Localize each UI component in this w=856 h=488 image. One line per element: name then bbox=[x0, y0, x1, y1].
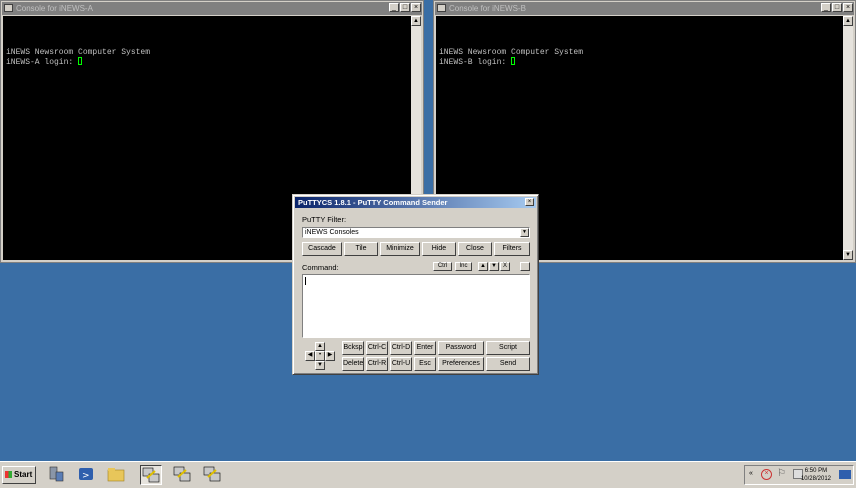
arrow-center-icon[interactable]: • bbox=[315, 351, 325, 361]
minimize-button[interactable]: _ bbox=[389, 3, 399, 12]
text-caret bbox=[305, 277, 306, 285]
arrow-right-icon[interactable]: ▶ bbox=[325, 351, 335, 361]
terminal-cursor bbox=[78, 57, 83, 65]
minimize-button[interactable]: Minimize bbox=[380, 242, 420, 256]
clock-time: 6:50 PM bbox=[804, 468, 828, 474]
scroll-up-arrow-icon[interactable]: ▲ bbox=[843, 16, 853, 26]
terminal-line: iNEWS Newsroom Computer System bbox=[6, 48, 151, 57]
putty-icon bbox=[4, 4, 13, 12]
clock[interactable]: 6:50 PM 10/28/2012 bbox=[801, 467, 831, 483]
console-a-window-controls: _ □ × bbox=[389, 3, 421, 12]
delete-button[interactable]: Delete bbox=[342, 357, 364, 371]
svg-text:>: > bbox=[82, 471, 90, 481]
filter-label: PuTTY Filter: bbox=[302, 215, 347, 224]
dialog-title: PuTTYCS 1.8.1 - PuTTY Command Sender bbox=[298, 198, 448, 207]
start-label: Start bbox=[14, 470, 33, 479]
system-tray: « × ⚐ 6:50 PM 10/28/2012 bbox=[744, 465, 854, 485]
chevron-down-icon[interactable]: ▼ bbox=[520, 228, 529, 237]
preferences-button[interactable]: Preferences bbox=[438, 357, 484, 371]
console-b-titlebar[interactable]: Console for iNEWS-B bbox=[435, 2, 854, 15]
history-up-button[interactable]: ▲ bbox=[478, 262, 488, 271]
taskbar: Start > « × ⚐ 6:50 PM 10/28/2012 bbox=[0, 461, 856, 488]
script-button[interactable]: Script bbox=[486, 341, 530, 355]
arrow-left-icon[interactable]: ◀ bbox=[305, 351, 315, 361]
command-label: Command: bbox=[302, 263, 339, 272]
ctrl-u-button[interactable]: Ctrl-U bbox=[390, 357, 412, 371]
arrow-up-icon[interactable]: ▲ bbox=[315, 342, 325, 351]
ctrl-r-button[interactable]: Ctrl-R bbox=[366, 357, 388, 371]
send-button[interactable]: Send bbox=[486, 357, 530, 371]
clock-date: 10/28/2012 bbox=[800, 476, 831, 482]
dialog-titlebar[interactable]: PuTTYCS 1.8.1 - PuTTY Command Sender × bbox=[295, 197, 536, 208]
options-checkbox[interactable] bbox=[520, 262, 530, 271]
powershell-icon[interactable]: > bbox=[76, 465, 98, 485]
inc-button[interactable]: Inc bbox=[455, 262, 472, 271]
close-windows-button[interactable]: Close bbox=[458, 242, 492, 256]
history-down-button[interactable]: ▼ bbox=[489, 262, 499, 271]
putty-icon bbox=[437, 4, 446, 12]
scroll-up-arrow-icon[interactable]: ▲ bbox=[411, 16, 421, 26]
password-button[interactable]: Password bbox=[438, 341, 484, 355]
terminal-line: iNEWS Newsroom Computer System bbox=[439, 48, 584, 57]
console-a-titlebar[interactable]: Console for iNEWS-A bbox=[2, 2, 422, 15]
command-input[interactable] bbox=[302, 274, 530, 338]
minimize-button[interactable]: _ bbox=[821, 3, 831, 12]
ctrl-c-button[interactable]: Ctrl-C bbox=[366, 341, 388, 355]
close-button[interactable]: × bbox=[843, 3, 853, 12]
filter-dropdown[interactable]: iNEWS Consoles ▼ bbox=[302, 227, 530, 238]
putty-icon[interactable] bbox=[202, 465, 224, 485]
putty-icon[interactable] bbox=[172, 465, 194, 485]
security-alert-icon[interactable]: × bbox=[761, 469, 772, 480]
vertical-scrollbar[interactable]: ▲ ▼ bbox=[843, 16, 853, 260]
ctrl-d-button[interactable]: Ctrl-D bbox=[390, 341, 412, 355]
putty-icon[interactable] bbox=[140, 465, 162, 485]
console-a-title: Console for iNEWS-A bbox=[16, 4, 93, 13]
terminal-cursor bbox=[511, 57, 516, 65]
clear-history-button[interactable]: X bbox=[500, 262, 510, 271]
bcksp-button[interactable]: Bcksp bbox=[342, 341, 364, 355]
explorer-icon[interactable] bbox=[106, 465, 128, 485]
start-button[interactable]: Start bbox=[2, 466, 36, 484]
hide-button[interactable]: Hide bbox=[422, 242, 456, 256]
windows-logo-icon bbox=[5, 471, 12, 478]
puttycs-dialog[interactable]: PuTTYCS 1.8.1 - PuTTY Command Sender × P… bbox=[292, 194, 539, 375]
tray-expand-icon[interactable]: « bbox=[749, 470, 753, 477]
show-desktop-icon[interactable] bbox=[839, 470, 851, 479]
esc-button[interactable]: Esc bbox=[414, 357, 436, 371]
terminal-line: iNEWS-B login: bbox=[439, 58, 512, 67]
ctrl-toggle-button[interactable]: Ctrl bbox=[433, 262, 452, 271]
terminal-line: iNEWS-A login: bbox=[6, 58, 79, 67]
filter-value: iNEWS Consoles bbox=[305, 229, 359, 236]
console-b-window-controls: _ □ × bbox=[821, 3, 853, 12]
maximize-button[interactable]: □ bbox=[832, 3, 842, 12]
flag-icon[interactable]: ⚐ bbox=[777, 468, 786, 479]
console-b-title: Console for iNEWS-B bbox=[449, 4, 526, 13]
server-manager-icon[interactable] bbox=[46, 465, 68, 485]
tile-button[interactable]: Tile bbox=[344, 242, 378, 256]
maximize-button[interactable]: □ bbox=[400, 3, 410, 12]
filters-button[interactable]: Filters bbox=[494, 242, 530, 256]
close-button[interactable]: × bbox=[525, 198, 534, 206]
enter-button[interactable]: Enter bbox=[414, 341, 436, 355]
close-button[interactable]: × bbox=[411, 3, 421, 12]
arrow-down-icon[interactable]: ▼ bbox=[315, 361, 325, 370]
scroll-down-arrow-icon[interactable]: ▼ bbox=[843, 250, 853, 260]
cascade-button[interactable]: Cascade bbox=[302, 242, 342, 256]
